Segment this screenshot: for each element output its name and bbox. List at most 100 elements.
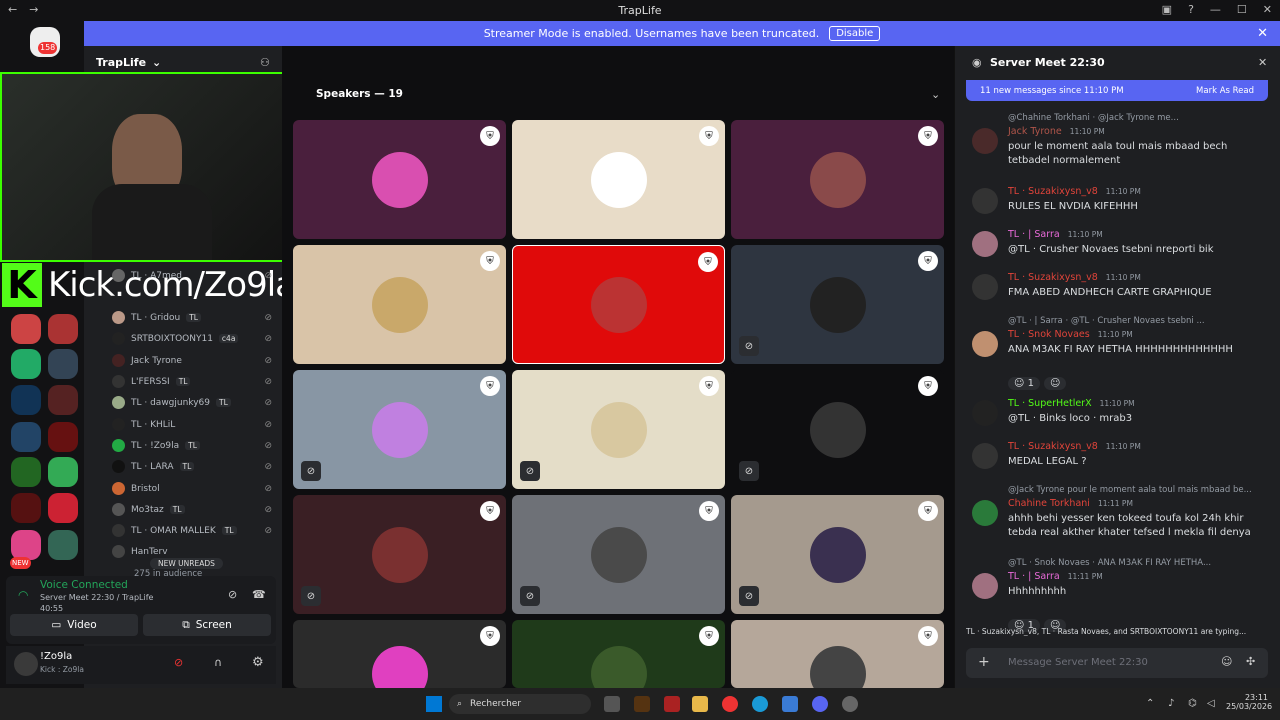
message-author[interactable]: TL · | Sarra	[1008, 571, 1060, 582]
speaker-tile[interactable]: ⛨ ⊘	[512, 370, 725, 489]
speaker-tile[interactable]: ⛨	[293, 120, 506, 239]
volume-icon[interactable]: ◁	[1207, 698, 1215, 709]
server-icon[interactable]	[48, 385, 78, 415]
video-button[interactable]: ▭ Video	[10, 614, 138, 636]
speaker-tile[interactable]: ⛨	[731, 620, 944, 688]
app-icon[interactable]	[634, 696, 650, 712]
windows-start-icon[interactable]	[426, 696, 442, 712]
speaker-tile[interactable]: ⛨	[512, 245, 725, 364]
message-author[interactable]: Jack Tyrone	[1008, 126, 1062, 137]
voice-channel[interactable]: Server Meet 22:30 / TrapLife	[40, 593, 153, 602]
close-banner-icon[interactable]: ✕	[1257, 26, 1268, 41]
noise-suppression-icon[interactable]: ⊘	[228, 588, 237, 601]
close-icon[interactable]: ✕	[1263, 3, 1272, 16]
server-icon[interactable]	[11, 457, 41, 487]
message-author[interactable]: TL · Snok Novaes	[1008, 329, 1090, 340]
app-icon[interactable]	[782, 696, 798, 712]
add-reaction-icon[interactable]: ☺	[1043, 377, 1067, 390]
discord-icon[interactable]	[812, 696, 828, 712]
avatar[interactable]	[972, 443, 998, 469]
server-icon[interactable]	[11, 385, 41, 415]
app-icon[interactable]	[842, 696, 858, 712]
voice-member[interactable]: Bristol ⊘	[112, 482, 272, 495]
message-author[interactable]: TL · | Sarra	[1008, 229, 1060, 240]
message-reply-preview[interactable]: @TL · | Sarra · @TL · Crusher Novaes tse…	[1008, 316, 1258, 326]
app-icon[interactable]	[664, 696, 680, 712]
help-icon[interactable]: ?	[1188, 3, 1194, 16]
apps-icon[interactable]: ✣	[1246, 655, 1255, 668]
mic-muted-icon[interactable]: ⊘	[174, 656, 183, 669]
speaker-tile[interactable]: ⛨ ⊘	[293, 495, 506, 614]
tray-chevron-icon[interactable]: ⌃	[1146, 698, 1154, 709]
speaker-tile[interactable]: ⛨ ⊘	[731, 245, 944, 364]
reaction-pill[interactable]: ☺ 1	[1008, 377, 1040, 390]
avatar[interactable]	[972, 274, 998, 300]
emoji-icon[interactable]: ☺	[1221, 655, 1232, 668]
server-icon[interactable]	[48, 314, 78, 344]
voice-member[interactable]: TL · dawgjunky69 TL ⊘	[112, 396, 272, 409]
voice-member[interactable]: TL · !Zo9la TL ⊘	[112, 439, 272, 452]
server-icon[interactable]	[48, 493, 78, 523]
speaker-tile[interactable]: ⛨ ⊘	[512, 495, 725, 614]
chrome-icon[interactable]	[722, 696, 738, 712]
speaker-tile[interactable]: ⛨ ⊘	[731, 495, 944, 614]
voice-member[interactable]: L'FERSSI TL ⊘	[112, 375, 272, 388]
chevron-down-icon[interactable]: ⌄	[931, 88, 940, 101]
network-icon[interactable]: ⌬	[1188, 698, 1197, 709]
new-unreads-pill[interactable]: NEW UNREADS	[150, 558, 223, 569]
headphones-icon[interactable]: ∩	[214, 656, 222, 669]
avatar[interactable]	[14, 652, 38, 676]
close-chat-icon[interactable]: ✕	[1258, 56, 1267, 69]
speaker-tile[interactable]: ⛨	[293, 620, 506, 688]
maximize-icon[interactable]: ☐	[1237, 3, 1247, 16]
mark-as-read-button[interactable]: Mark As Read	[1196, 86, 1254, 96]
disconnect-icon[interactable]: ☎	[252, 588, 266, 601]
avatar[interactable]	[972, 400, 998, 426]
server-icon[interactable]	[11, 349, 41, 379]
forward-icon[interactable]: →	[29, 3, 38, 16]
message-author[interactable]: Chahine Torkhani	[1008, 498, 1090, 509]
avatar[interactable]	[972, 573, 998, 599]
message-author[interactable]: TL · Suzakixysn_v8	[1008, 272, 1098, 283]
edge-icon[interactable]	[752, 696, 768, 712]
speaker-tile[interactable]: ⛨ ⊘	[731, 370, 944, 489]
microphone-icon[interactable]: ♪	[1168, 698, 1174, 709]
message-reply-preview[interactable]: @Jack Tyrone pour le moment aala toul ma…	[1008, 485, 1258, 495]
voice-member[interactable]: TL · OMAR MALLEK TL ⊘	[112, 524, 272, 537]
disable-button[interactable]: Disable	[829, 26, 881, 41]
voice-member[interactable]: HanTerv	[112, 545, 272, 558]
clock[interactable]: 23:11 25/03/2026	[1226, 693, 1272, 711]
avatar[interactable]	[972, 500, 998, 526]
inbox-icon[interactable]: ▣	[1162, 3, 1172, 16]
minimize-icon[interactable]: —	[1210, 3, 1221, 16]
message-author[interactable]: TL · Suzakixysn_v8	[1008, 186, 1098, 197]
file-explorer-icon[interactable]	[692, 696, 708, 712]
voice-member[interactable]: TL · A7med ⊘	[112, 269, 272, 282]
server-icon[interactable]	[11, 422, 41, 452]
voice-member[interactable]: TL · KHLiL ⊘	[112, 418, 272, 431]
screen-share-button[interactable]: ⧉ Screen	[143, 614, 271, 636]
server-icon[interactable]	[48, 530, 78, 560]
speaker-tile[interactable]: ⛨	[512, 120, 725, 239]
avatar[interactable]	[972, 128, 998, 154]
avatar[interactable]	[972, 231, 998, 257]
avatar[interactable]	[972, 331, 998, 357]
server-icon[interactable]	[48, 349, 78, 379]
message-author[interactable]: TL · SuperHetlerX	[1008, 398, 1092, 409]
new-messages-bar[interactable]: 11 new messages since 11:10 PM Mark As R…	[966, 80, 1268, 101]
back-icon[interactable]: ←	[8, 3, 17, 16]
server-icon[interactable]	[11, 314, 41, 344]
speaker-tile[interactable]: ⛨	[512, 620, 725, 688]
message-reply-preview[interactable]: @Chahine Torkhani · @Jack Tyrone me...	[1008, 113, 1258, 123]
avatar[interactable]	[972, 188, 998, 214]
voice-member[interactable]: TL · LARA TL ⊘	[112, 460, 272, 473]
voice-member[interactable]: SRTBOIXTOONY11 c4a ⊘	[112, 332, 272, 345]
taskview-icon[interactable]	[604, 696, 620, 712]
server-icon[interactable]	[11, 530, 41, 560]
speaker-tile[interactable]: ⛨	[731, 120, 944, 239]
voice-member[interactable]: TL · Gridou TL ⊘	[112, 311, 272, 324]
message-author[interactable]: TL · Suzakixysn_v8	[1008, 441, 1098, 452]
voice-member[interactable]: Jack Tyrone ⊘	[112, 354, 272, 367]
server-header[interactable]: TrapLife ⌄	[96, 56, 276, 69]
settings-gear-icon[interactable]: ⚙	[252, 655, 264, 670]
